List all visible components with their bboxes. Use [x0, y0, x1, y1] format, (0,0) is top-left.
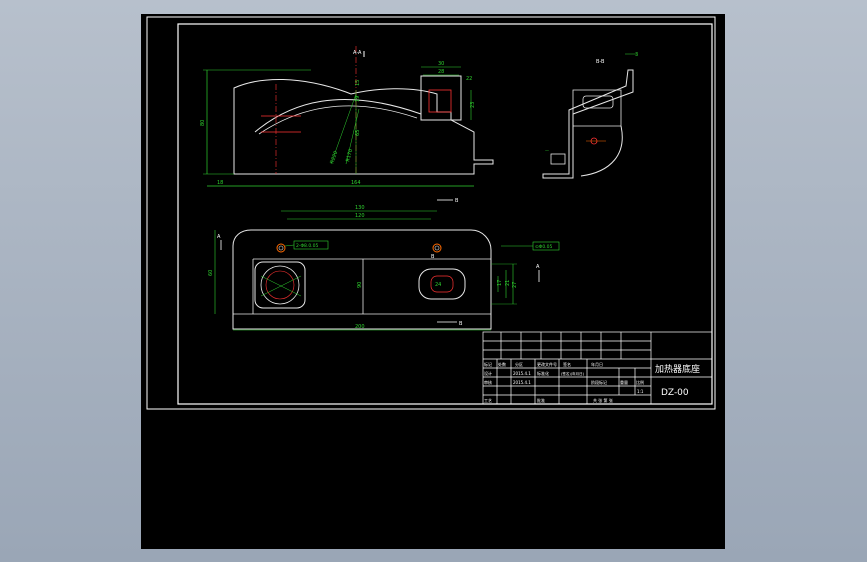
dim-65: 65: [355, 130, 361, 136]
front-block-inner: [428, 89, 452, 113]
tb-date1: 2015.4.1: [513, 371, 531, 376]
top-left-circle-inner: [265, 270, 295, 300]
callout-left: 2-Φ8.0.05: [296, 243, 318, 249]
top-hole-right: [432, 243, 442, 253]
tb-row1-5: 年月日: [591, 361, 603, 367]
bb-arc: [580, 125, 623, 177]
section-bb-label: B-B: [596, 59, 605, 65]
title-block-text: 标记 处数 分区 更改文件号 签名 年月日 设计 2015.4.1 标准化 (签…: [484, 361, 700, 403]
dim-200: 200: [355, 324, 365, 330]
front-outline: [233, 78, 494, 175]
tb-review: 审核: [484, 379, 492, 385]
tb-craft: 工艺: [484, 398, 492, 403]
section-aa-label: A-A: [353, 50, 362, 56]
dim-30: 30: [438, 61, 444, 67]
view-top: B 2-Φ8.0.05 ⊙Φ0.05 130 120 60 90 200 27 …: [208, 198, 560, 331]
bb-dim-3: 3: [635, 52, 638, 58]
tb-row1-1: 处数: [498, 361, 506, 367]
mark-a-right: A: [536, 264, 540, 270]
dim-24: 24: [435, 282, 441, 288]
tb-scale: 1:1: [637, 389, 644, 394]
mark-b-bottom: B: [459, 321, 463, 327]
tb-row1-3: 更改文件号: [537, 361, 557, 367]
dim-21: 21: [505, 280, 511, 286]
tb-sheets: 共 张 第 张: [593, 397, 613, 403]
tb-row1-0: 标记: [484, 361, 492, 367]
front-arc-inner: [258, 105, 418, 135]
dim-28: 28: [438, 69, 444, 75]
dim-22: 22: [466, 76, 472, 82]
tb-date2: 2015.4.1: [513, 380, 531, 385]
tb-row1-2: 分区: [515, 361, 523, 367]
dim-27: 27: [512, 282, 518, 288]
dim-r170: R170: [345, 148, 354, 162]
part-name: 加热器底座: [655, 363, 700, 375]
dim-90: 90: [357, 282, 363, 288]
dim-23: 23: [470, 102, 476, 108]
top-right-opening: [418, 268, 466, 300]
callout-right: ⊙Φ0.05: [535, 244, 552, 250]
bb-wall: [542, 69, 634, 179]
callout-left-leader: [284, 244, 295, 247]
dim-80: 80: [200, 120, 206, 126]
dim-15: 15: [355, 80, 361, 86]
mark-a-left: A: [217, 234, 221, 240]
dim-130: 130: [355, 205, 365, 211]
cad-viewport[interactable]: 80 18 164 65 15 19 R220 R170 30 28 23 22…: [141, 14, 725, 549]
tb-row1-4: 签名: [563, 361, 571, 367]
top-left-circle: [260, 265, 300, 305]
tb-std: 标准化: [537, 370, 549, 376]
top-left-opening: [254, 261, 306, 309]
mark-b-right: B: [455, 198, 459, 204]
bb-dim-left: —: [545, 148, 549, 153]
view-section-bb: B-B 3 —: [542, 52, 638, 179]
top-hole-right-inner: [434, 245, 440, 251]
front-block: [420, 75, 462, 121]
tb-stage: 阶段标记: [591, 379, 607, 385]
dim-19: 19: [355, 96, 361, 102]
tb-design: 设计: [484, 370, 492, 376]
view-front: 80 18 164 65 15 19 R220 R170 30 28 23 22…: [200, 46, 494, 187]
dim-18: 18: [217, 180, 223, 186]
top-hole-right-label: B: [431, 254, 435, 260]
engineering-drawing: 80 18 164 65 15 19 R220 R170 30 28 23 22…: [146, 16, 716, 410]
tb-weight: 重量: [620, 379, 628, 385]
dim-164: 164: [351, 180, 361, 186]
dim-120: 120: [355, 213, 365, 219]
top-hole-left: [276, 243, 286, 253]
tb-scale-label: 比例: [636, 379, 644, 385]
bb-tab: [550, 153, 566, 165]
dim-r220: R220: [329, 150, 339, 164]
dim-17: 17: [497, 280, 503, 286]
drawing-number: DZ-00: [661, 388, 689, 398]
dim-60: 60: [208, 270, 214, 276]
tb-std-code: (签名)(年月日): [561, 371, 585, 376]
top-hole-left-inner: [278, 245, 284, 251]
tb-approve: 批准: [537, 397, 545, 403]
